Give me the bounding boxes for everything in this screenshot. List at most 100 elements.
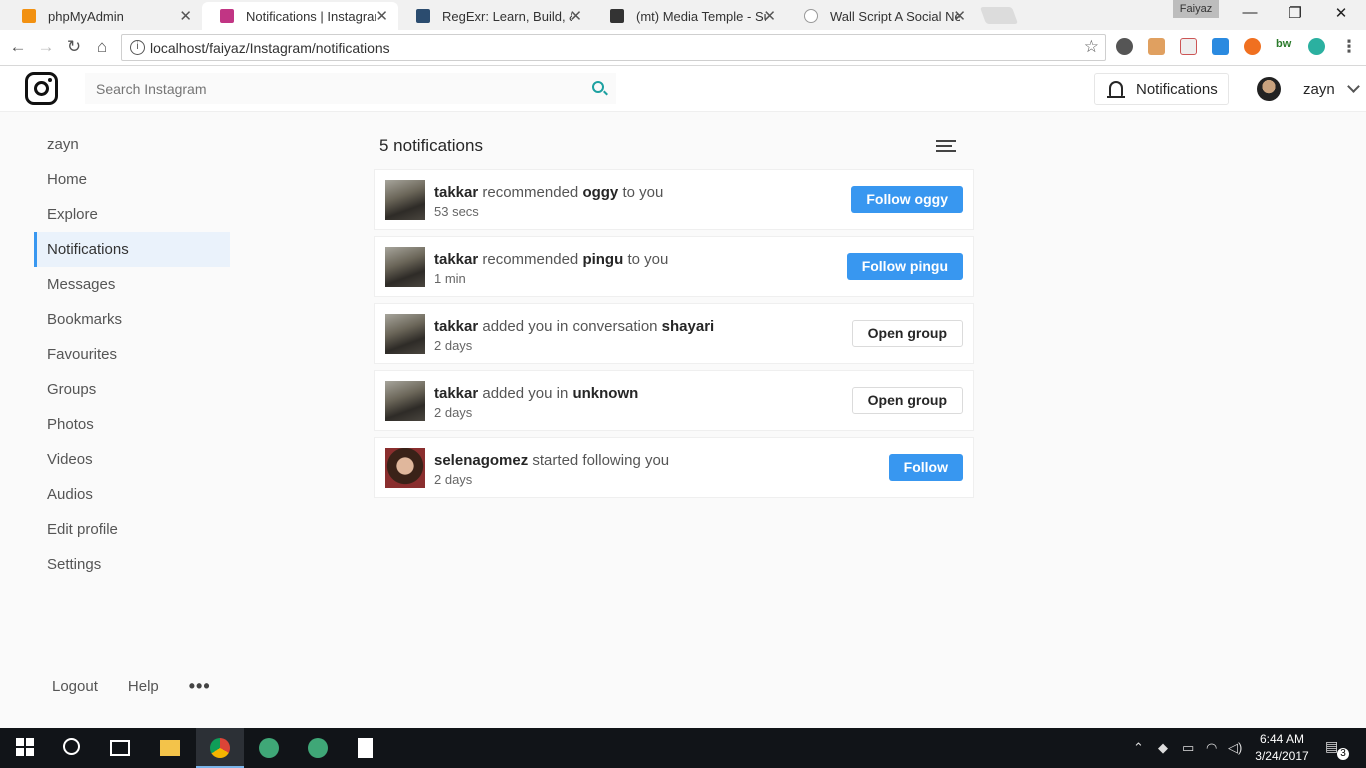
open-group-button[interactable]: Open group (851, 320, 963, 347)
notifications-button[interactable]: Notifications (1094, 73, 1229, 105)
close-icon[interactable]: ✕ (763, 7, 776, 25)
atom-icon[interactable] (259, 738, 279, 758)
actor-link[interactable]: selenagomez (434, 452, 528, 469)
notification-time: 2 days (434, 472, 473, 487)
username-label: zayn (1303, 80, 1335, 98)
sidebar-item-audios[interactable]: Audios (34, 477, 230, 512)
extension-icon[interactable] (1148, 38, 1165, 55)
sidebar-item-bookmarks[interactable]: Bookmarks (34, 302, 230, 337)
reload-icon[interactable]: ↻ (63, 37, 85, 57)
user-menu[interactable]: zayn (1257, 76, 1360, 102)
chrome-icon[interactable] (210, 738, 230, 758)
back-icon[interactable]: ← (7, 37, 29, 57)
sidebar-item-home[interactable]: Home (34, 162, 230, 197)
close-icon[interactable]: ✕ (569, 7, 582, 25)
object-link[interactable]: unknown (572, 385, 638, 402)
follow-button[interactable]: Follow pingu (846, 253, 963, 280)
sidebar-item-notifications[interactable]: Notifications (34, 232, 230, 267)
window-close-icon[interactable]: ✕ (1331, 4, 1351, 22)
sidebar-item-favourites[interactable]: Favourites (34, 337, 230, 372)
open-group-button[interactable]: Open group (851, 387, 963, 414)
search-icon[interactable] (592, 81, 604, 93)
url-text[interactable]: localhost/faiyaz/Instagram/notifications (150, 40, 390, 56)
close-icon[interactable]: ✕ (953, 7, 966, 25)
chevron-up-icon[interactable]: ⌃ (1133, 740, 1144, 756)
actor-link[interactable]: takkar (434, 184, 478, 201)
sidebar-item-messages[interactable]: Messages (34, 267, 230, 302)
settings-extension-icon[interactable] (1116, 38, 1133, 55)
follow-button[interactable]: Follow oggy (851, 186, 963, 213)
notification-action: added you in conversation (482, 318, 658, 335)
object-link[interactable]: pingu (582, 251, 623, 268)
notification-count-badge: 3 (1337, 748, 1349, 760)
sidebar-item-explore[interactable]: Explore (34, 197, 230, 232)
object-link[interactable]: shayari (662, 318, 715, 335)
extension-icon[interactable] (1180, 38, 1197, 55)
logout-link[interactable]: Logout (52, 678, 98, 695)
close-icon[interactable]: ✕ (179, 7, 192, 25)
extension-icon[interactable] (1244, 38, 1261, 55)
actor-link[interactable]: takkar (434, 318, 478, 335)
mediatemple-icon (610, 9, 624, 23)
tab-mediatemple[interactable]: (mt) Media Temple - Sup ✕ (592, 2, 786, 30)
follow-button[interactable]: Follow (888, 454, 963, 481)
notepad-icon[interactable] (358, 738, 373, 758)
file-explorer-icon[interactable] (160, 740, 180, 756)
notification-time: 53 secs (434, 204, 479, 219)
address-bar[interactable]: i localhost/faiyaz/Instagram/notificatio… (121, 34, 1106, 61)
sidebar-item-groups[interactable]: Groups (34, 372, 230, 407)
sidebar-item-profile[interactable]: zayn (34, 127, 230, 162)
wifi-icon[interactable]: ◠ (1206, 740, 1217, 756)
notification-time: 2 days (434, 338, 473, 353)
avatar[interactable] (385, 180, 425, 220)
sidebar-item-edit-profile[interactable]: Edit profile (34, 512, 230, 547)
tab-phpmyadmin[interactable]: phpMyAdmin ✕ (4, 2, 202, 30)
restore-icon[interactable]: ❐ (1285, 4, 1305, 22)
sidebar-item-photos[interactable]: Photos (34, 407, 230, 442)
tab-instagram[interactable]: Notifications | Instagram ✕ (202, 2, 398, 30)
minimize-icon[interactable]: — (1240, 4, 1260, 21)
close-icon[interactable]: ✕ (375, 7, 388, 25)
notification-action: recommended (482, 251, 579, 268)
tab-title: Wall Script A Social Netw (830, 8, 960, 24)
system-clock[interactable]: 6:44 AM 3/24/2017 (1252, 731, 1312, 765)
instagram-header: Notifications zayn (0, 66, 1366, 112)
extension-icon[interactable]: bw (1276, 38, 1293, 55)
avatar[interactable] (385, 381, 425, 421)
actor-link[interactable]: takkar (434, 385, 478, 402)
more-options-icon[interactable]: ••• (189, 676, 211, 697)
avatar[interactable] (385, 314, 425, 354)
menu-icon[interactable]: ⋮ (1338, 37, 1360, 57)
instagram-icon (220, 9, 234, 23)
tab-regexr[interactable]: RegExr: Learn, Build, & Te ✕ (398, 2, 592, 30)
help-link[interactable]: Help (128, 678, 159, 695)
avatar[interactable] (385, 448, 425, 488)
download-icon[interactable] (1212, 38, 1229, 55)
home-icon[interactable]: ⌂ (91, 37, 113, 57)
windows-start-icon[interactable] (16, 738, 36, 758)
volume-icon[interactable]: ◁) (1228, 740, 1242, 756)
dropbox-icon[interactable]: ◆ (1158, 740, 1168, 756)
new-tab-button[interactable] (979, 7, 1019, 24)
cortana-search-icon[interactable] (63, 738, 80, 755)
forward-icon[interactable]: → (35, 37, 57, 57)
search-input[interactable] (85, 73, 616, 104)
sidebar-item-settings[interactable]: Settings (34, 547, 230, 582)
instagram-logo-icon[interactable] (25, 72, 58, 105)
atom-icon[interactable] (308, 738, 328, 758)
sidebar: zayn Home Explore Notifications Messages… (34, 127, 230, 582)
avatar[interactable] (385, 247, 425, 287)
browser-profile-chip[interactable]: Faiyaz (1173, 0, 1219, 18)
battery-icon[interactable]: ▭ (1182, 740, 1194, 756)
notification-item: takkar added you in unknown 2 days Open … (374, 370, 974, 431)
sort-icon[interactable] (936, 140, 956, 152)
info-icon[interactable]: i (130, 40, 145, 55)
actor-link[interactable]: takkar (434, 251, 478, 268)
bookmark-star-icon[interactable]: ☆ (1084, 37, 1099, 57)
browser-toolbar: ← → ↻ ⌂ i localhost/faiyaz/Instagram/not… (0, 30, 1366, 66)
sidebar-item-videos[interactable]: Videos (34, 442, 230, 477)
task-view-icon[interactable] (110, 740, 130, 756)
tab-wallscript[interactable]: Wall Script A Social Netw ✕ (786, 2, 976, 30)
extension-icon[interactable] (1308, 38, 1325, 55)
object-link[interactable]: oggy (582, 184, 618, 201)
